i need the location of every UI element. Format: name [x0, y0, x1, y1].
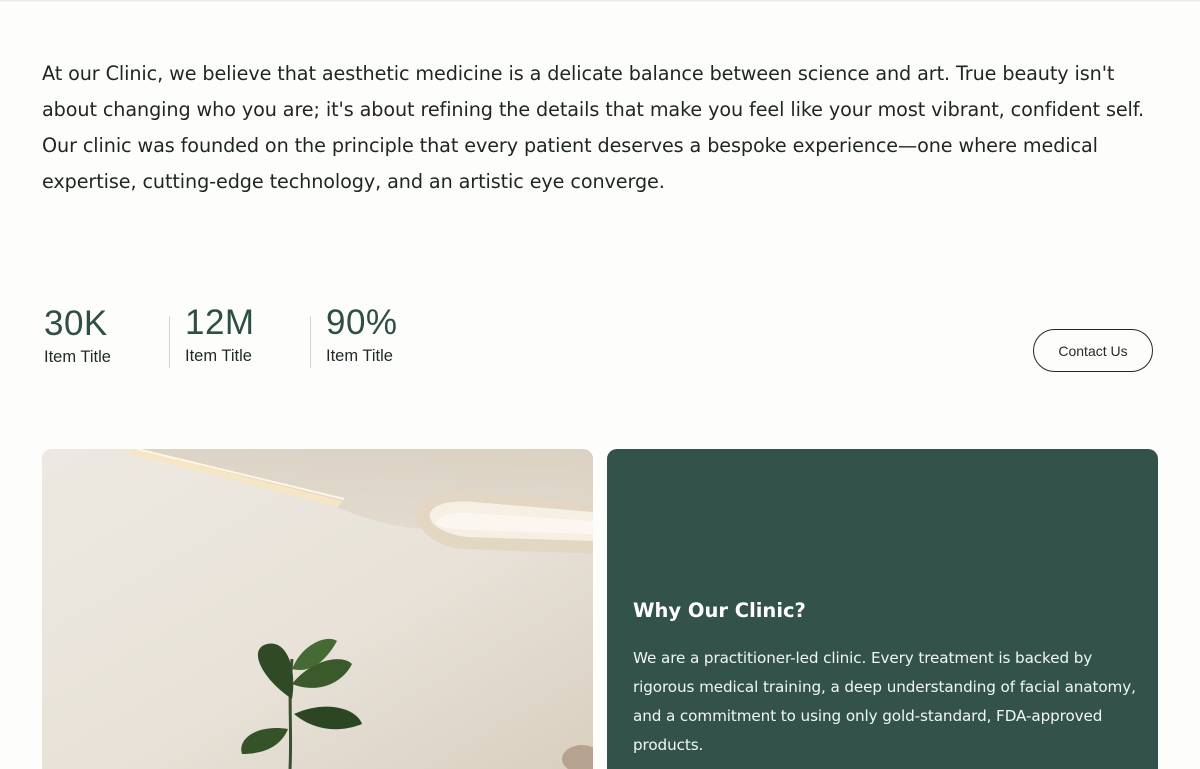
clinic-interior-illustration: [42, 449, 593, 769]
stat-item: 90% Item Title: [326, 303, 446, 367]
stat-value: 30K: [44, 304, 108, 343]
why-clinic-title: Why Our Clinic?: [633, 599, 806, 622]
stat-label: Item Title: [326, 347, 393, 365]
stat-value: 12M: [185, 303, 255, 342]
stats-row: 30K Item Title 12M Item Title 90% Item T…: [44, 303, 446, 368]
stat-divider: [310, 316, 311, 368]
contact-us-button[interactable]: Contact Us: [1033, 329, 1153, 372]
stat-label: Item Title: [185, 347, 252, 365]
stat-item: 30K Item Title: [44, 304, 169, 368]
clinic-interior-image: [42, 449, 593, 769]
intro-paragraph: At our Clinic, we believe that aesthetic…: [42, 62, 1145, 193]
stat-value: 90%: [326, 303, 398, 342]
why-clinic-body: We are a practitioner-led clinic. Every …: [633, 649, 1136, 754]
stat-item: 12M Item Title: [185, 303, 310, 367]
header-shadow: [0, 0, 1200, 2]
why-clinic-card: Why Our Clinic? We are a practitioner-le…: [607, 449, 1158, 769]
stat-label: Item Title: [44, 348, 111, 366]
stat-divider: [169, 316, 170, 368]
